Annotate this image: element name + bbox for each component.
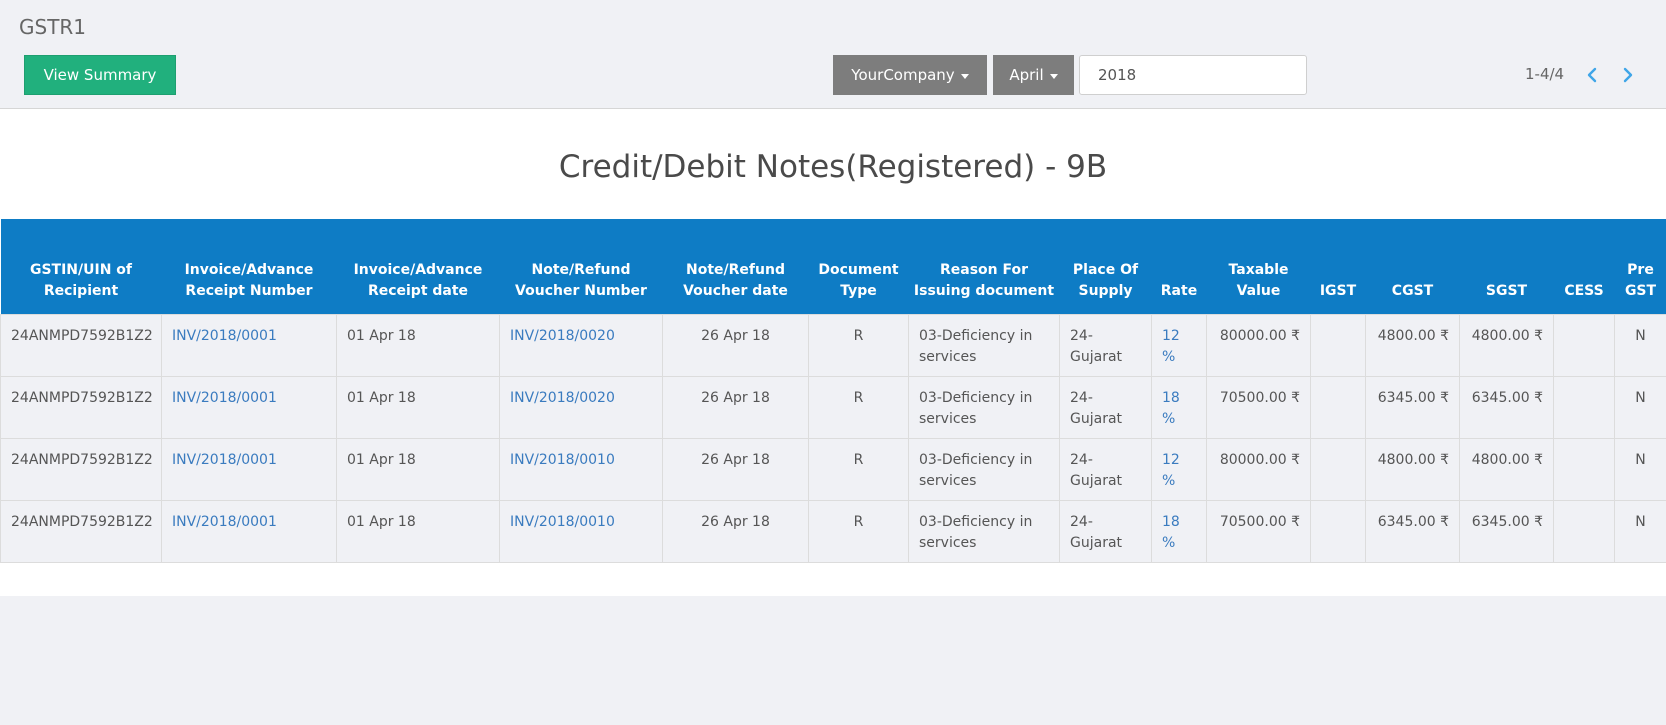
column-header: Invoice/Advance Receipt Number — [161, 219, 337, 315]
table-cell — [1310, 438, 1366, 501]
table-cell: 4800.00 ₹ — [1459, 314, 1554, 377]
table-cell: R — [808, 376, 909, 439]
table-cell: 24ANMPD7592B1Z2 — [0, 314, 162, 377]
table-cell[interactable]: 12 % — [1151, 438, 1207, 501]
table-cell: 70500.00 ₹ — [1206, 500, 1311, 563]
table-cell[interactable]: INV/2018/0001 — [161, 500, 337, 563]
table-cell: 4800.00 ₹ — [1459, 438, 1554, 501]
table-cell — [1310, 500, 1366, 563]
table-cell: 80000.00 ₹ — [1206, 438, 1311, 501]
table-cell: 80000.00 ₹ — [1206, 314, 1311, 377]
table-header-row: GSTIN/UIN of Recipient Invoice/Advance Re… — [0, 219, 1666, 315]
column-header: Pre GST — [1614, 219, 1666, 315]
table-cell: 26 Apr 18 — [662, 438, 809, 501]
table-row: 24ANMPD7592B1Z2 INV/2018/0001 01 Apr 18 INV… — [0, 438, 1666, 501]
table-cell[interactable]: INV/2018/0020 — [499, 314, 663, 377]
table-cell: 01 Apr 18 — [336, 438, 500, 501]
column-header: CGST — [1365, 219, 1460, 315]
table-cell: 24ANMPD7592B1Z2 — [0, 438, 162, 501]
column-header: Note/Refund Voucher Number — [499, 219, 663, 315]
column-header: Invoice/Advance Receipt date — [336, 219, 500, 315]
table-cell: 24-Gujarat — [1059, 314, 1152, 377]
table-cell: 6345.00 ₹ — [1459, 500, 1554, 563]
column-header: Note/Refund Voucher date — [662, 219, 809, 315]
column-header: Taxable Value — [1206, 219, 1311, 315]
control-panel: GSTR1 View Summary YourCompany April 1-4… — [0, 0, 1666, 109]
table-cell: 03-Deficiency in services — [908, 500, 1060, 563]
table-cell: N — [1614, 376, 1666, 439]
table-cell: N — [1614, 500, 1666, 563]
column-header: Rate — [1151, 219, 1207, 315]
table-cell: 26 Apr 18 — [662, 314, 809, 377]
table-cell: 03-Deficiency in services — [908, 438, 1060, 501]
table-cell: 4800.00 ₹ — [1365, 314, 1460, 377]
caret-down-icon — [960, 73, 969, 79]
table-cell[interactable]: INV/2018/0001 — [161, 438, 337, 501]
chevron-right-icon[interactable] — [1620, 67, 1636, 83]
table-cell: 01 Apr 18 — [336, 314, 500, 377]
table-row: 24ANMPD7592B1Z2 INV/2018/0001 01 Apr 18 INV… — [0, 314, 1666, 377]
table-row: 24ANMPD7592B1Z2 INV/2018/0001 01 Apr 18 INV… — [0, 376, 1666, 439]
column-header: SGST — [1459, 219, 1554, 315]
table-cell: 26 Apr 18 — [662, 500, 809, 563]
table-cell: 01 Apr 18 — [336, 500, 500, 563]
month-dropdown-label: April — [1009, 66, 1044, 84]
table-cell: 03-Deficiency in services — [908, 314, 1060, 377]
table-cell — [1553, 500, 1615, 563]
table-cell: N — [1614, 438, 1666, 501]
table-cell: 4800.00 ₹ — [1365, 438, 1460, 501]
footer-area — [0, 596, 1666, 725]
table-cell: 01 Apr 18 — [336, 376, 500, 439]
table-cell: R — [808, 438, 909, 501]
table-cell — [1553, 314, 1615, 377]
table-cell: 24-Gujarat — [1059, 500, 1152, 563]
table-cell: 26 Apr 18 — [662, 376, 809, 439]
column-header: GSTIN/UIN of Recipient — [0, 219, 162, 315]
year-input[interactable] — [1079, 55, 1307, 95]
table-cell: 24ANMPD7592B1Z2 — [0, 376, 162, 439]
table-cell: 70500.00 ₹ — [1206, 376, 1311, 439]
table-cell[interactable]: 18 % — [1151, 376, 1207, 439]
table-cell — [1553, 376, 1615, 439]
page-title: GSTR1 — [19, 15, 87, 39]
table-cell: 6345.00 ₹ — [1365, 376, 1460, 439]
table-cell: 6345.00 ₹ — [1365, 500, 1460, 563]
table-cell[interactable]: 18 % — [1151, 500, 1207, 563]
table-cell[interactable]: 12 % — [1151, 314, 1207, 377]
table-cell[interactable]: INV/2018/0001 — [161, 376, 337, 439]
table-cell — [1553, 438, 1615, 501]
view-summary-button[interactable]: View Summary — [24, 55, 176, 95]
report-table: GSTIN/UIN of Recipient Invoice/Advance Re… — [0, 219, 1666, 563]
company-dropdown-label: YourCompany — [851, 66, 955, 84]
report-title: Credit/Debit Notes(Registered) - 9B — [558, 149, 1108, 185]
column-header: Document Type — [808, 219, 909, 315]
table-cell[interactable]: INV/2018/0010 — [499, 500, 663, 563]
table-cell: 24-Gujarat — [1059, 376, 1152, 439]
column-header: Reason For Issuing document — [908, 219, 1060, 315]
column-header: CESS — [1553, 219, 1615, 315]
table-cell[interactable]: INV/2018/0001 — [161, 314, 337, 377]
report-content: Credit/Debit Notes(Registered) - 9B GSTI… — [0, 109, 1666, 596]
table-cell[interactable]: INV/2018/0010 — [499, 438, 663, 501]
table-cell: 03-Deficiency in services — [908, 376, 1060, 439]
table-cell: 6345.00 ₹ — [1459, 376, 1554, 439]
month-dropdown[interactable]: April — [993, 55, 1074, 95]
table-cell[interactable]: INV/2018/0020 — [499, 376, 663, 439]
table-row: 24ANMPD7592B1Z2 INV/2018/0001 01 Apr 18 INV… — [0, 500, 1666, 563]
column-header: IGST — [1310, 219, 1366, 315]
table-cell: 24-Gujarat — [1059, 438, 1152, 501]
table-cell: R — [808, 314, 909, 377]
company-dropdown[interactable]: YourCompany — [833, 55, 987, 95]
table-body: 24ANMPD7592B1Z2 INV/2018/0001 01 Apr 18 INV… — [0, 314, 1666, 563]
table-cell: N — [1614, 314, 1666, 377]
table-cell: R — [808, 500, 909, 563]
table-cell — [1310, 376, 1366, 439]
caret-down-icon — [1049, 73, 1058, 79]
chevron-left-icon[interactable] — [1584, 67, 1600, 83]
pager-value: 1-4/4 — [1525, 65, 1565, 83]
column-header: Place Of Supply — [1059, 219, 1152, 315]
table-cell: 24ANMPD7592B1Z2 — [0, 500, 162, 563]
table-cell — [1310, 314, 1366, 377]
